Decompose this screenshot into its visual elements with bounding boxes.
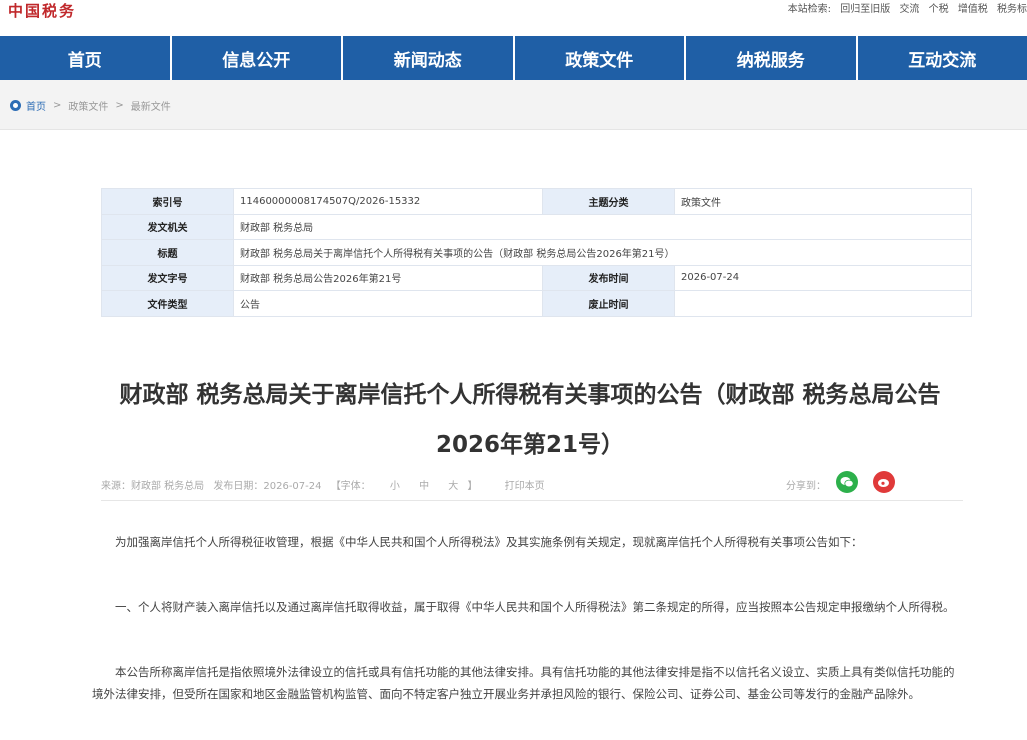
- article-paragraph: 本公告所称离岸信托是指依照境外法律设立的信托或具有信托功能的其他法律安排。具有信…: [92, 665, 955, 701]
- title-label: 标题: [101, 239, 234, 266]
- docno-value: 财政部 税务总局公告2026年第21号: [233, 264, 543, 291]
- divider: [101, 500, 963, 501]
- table-row: 发文字号 财政部 税务总局公告2026年第21号 发布时间 2026-07-24: [101, 264, 972, 291]
- breadcrumb-separator: >: [53, 100, 62, 111]
- top-link[interactable]: 交流: [899, 4, 919, 15]
- issuer-value: 财政部 税务总局: [233, 213, 972, 240]
- breadcrumb: 首页 > 政策文件 > 最新文件: [10, 98, 171, 113]
- top-link: 本站检索:: [787, 4, 832, 15]
- top-link[interactable]: 增值税: [958, 4, 988, 15]
- topic-value: 政策文件: [674, 188, 972, 215]
- document-meta-table: 索引号 11460000008174507Q/2026-15332 主题分类 政…: [101, 188, 972, 317]
- table-row: 索引号 11460000008174507Q/2026-15332 主题分类 政…: [101, 188, 972, 215]
- weibo-icon: [878, 479, 889, 487]
- article-source: 来源：财政部 税务总局: [101, 481, 205, 492]
- top-links: 本站检索: 回归至旧版 交流 个税 增值税 税务标: [782, 0, 1027, 15]
- nav-item-home[interactable]: 首页: [0, 36, 172, 80]
- table-row: 发文机关 财政部 税务总局: [101, 213, 972, 240]
- nav-item-news[interactable]: 新闻动态: [343, 36, 515, 80]
- table-row: 文件类型 公告 废止时间: [101, 290, 972, 317]
- issuer-label: 发文机关: [101, 213, 234, 240]
- nav-item-tax-service[interactable]: 纳税服务: [686, 36, 858, 80]
- breadcrumb-home[interactable]: 首页: [26, 98, 46, 113]
- article-paragraph: 为加强离岸信托个人所得税征收管理，根据《中华人民共和国个人所得税法》及其实施条例…: [115, 535, 863, 549]
- pubdate-label: 发布时间: [542, 264, 675, 291]
- index-label: 索引号: [101, 188, 234, 215]
- topic-label: 主题分类: [542, 188, 675, 215]
- docno-label: 发文字号: [101, 264, 234, 291]
- wechat-icon: [840, 477, 854, 488]
- article-date: 发布日期：2026-07-24: [213, 481, 322, 492]
- doctype-label: 文件类型: [101, 290, 234, 317]
- title-value: 财政部 税务总局关于离岸信托个人所得税有关事项的公告（财政部 税务总局公告202…: [233, 239, 972, 266]
- breadcrumb-separator: >: [115, 100, 124, 111]
- breadcrumb-bar: 首页 > 政策文件 > 最新文件: [0, 80, 1027, 130]
- location-pin-icon: [10, 100, 21, 111]
- article-info-line: 来源：财政部 税务总局 发布日期：2026-07-24 【字体： 小 中 大 】…: [101, 477, 901, 492]
- nav-item-interaction[interactable]: 互动交流: [858, 36, 1027, 80]
- share-label: 分享到：: [786, 481, 826, 492]
- weibo-share-icon[interactable]: [873, 471, 895, 493]
- breadcrumb-latest[interactable]: 最新文件: [131, 98, 171, 113]
- font-medium-button[interactable]: 中: [419, 481, 429, 492]
- doctype-value: 公告: [233, 290, 543, 317]
- article-title: 财政部 税务总局关于离岸信托个人所得税有关事项的公告（财政部 税务总局公告202…: [119, 382, 941, 458]
- article-paragraph: 一、个人将财产装入离岸信托以及通过离岸信托取得收益，属于取得《中华人民共和国个人…: [115, 600, 955, 614]
- pubdate-value: 2026-07-24: [674, 264, 972, 291]
- font-size-label: 【字体：: [330, 481, 371, 492]
- top-link[interactable]: 回归至旧版: [840, 4, 890, 15]
- expire-value: [674, 290, 972, 317]
- font-size-close: 】: [467, 481, 478, 492]
- nav-item-policy[interactable]: 政策文件: [515, 36, 686, 80]
- nav-item-info-disclosure[interactable]: 信息公开: [172, 36, 343, 80]
- site-logo[interactable]: 中国税务: [8, 0, 76, 21]
- top-bar: 中国税务 本站检索: 回归至旧版 交流 个税 增值税 税务标: [0, 0, 1027, 36]
- print-button[interactable]: 打印本页: [505, 481, 545, 492]
- top-link[interactable]: 税务标: [997, 4, 1027, 15]
- table-row: 标题 财政部 税务总局关于离岸信托个人所得税有关事项的公告（财政部 税务总局公告…: [101, 239, 972, 266]
- expire-label: 废止时间: [542, 290, 675, 317]
- main-nav: 首页 信息公开 新闻动态 政策文件 纳税服务 互动交流: [0, 36, 1027, 80]
- breadcrumb-policy[interactable]: 政策文件: [68, 98, 108, 113]
- font-small-button[interactable]: 小: [390, 481, 400, 492]
- top-link[interactable]: 个税: [929, 4, 949, 15]
- font-large-button[interactable]: 大: [448, 481, 458, 492]
- index-value: 11460000008174507Q/2026-15332: [233, 188, 543, 215]
- wechat-share-icon[interactable]: [836, 471, 858, 493]
